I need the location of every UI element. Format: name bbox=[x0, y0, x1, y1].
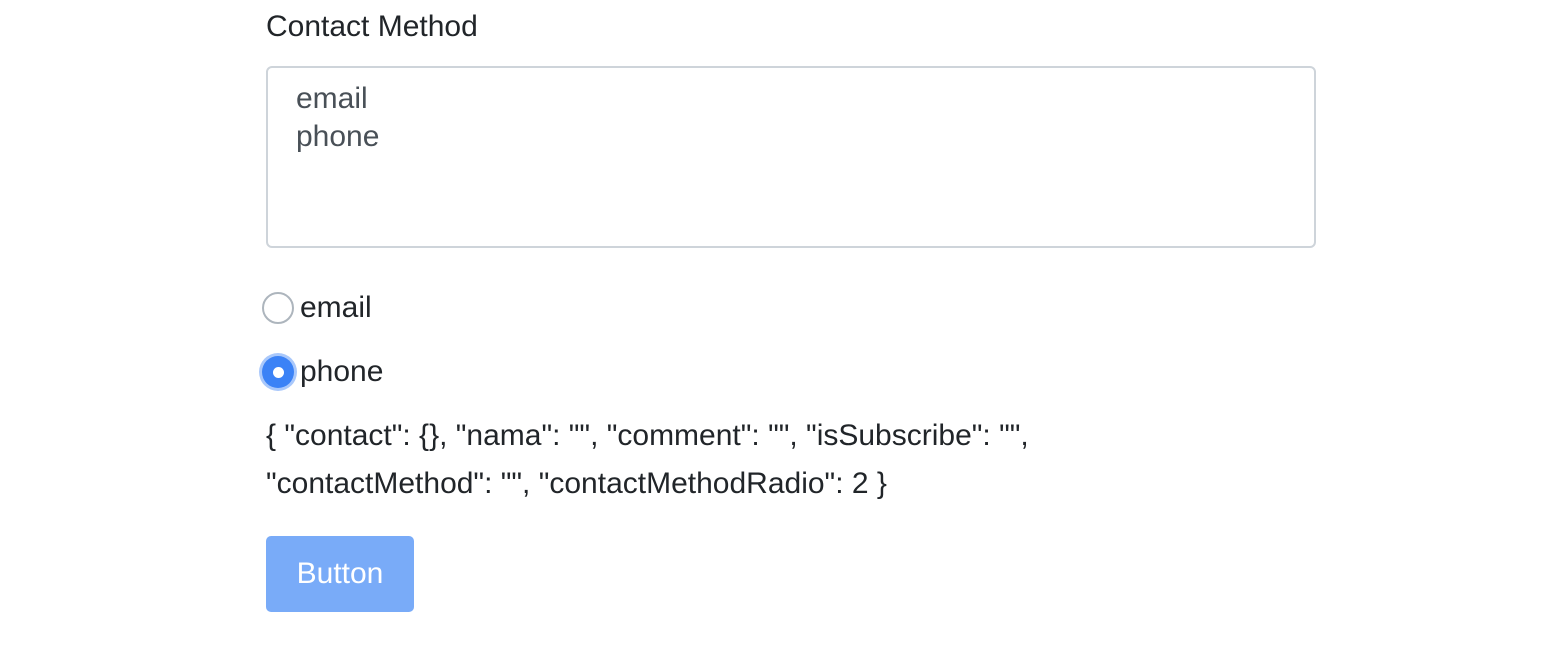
submit-button[interactable]: Button bbox=[266, 536, 414, 612]
contact-method-label: Contact Method bbox=[266, 10, 478, 43]
radio-selected-dot bbox=[272, 366, 284, 378]
radio-button-phone[interactable] bbox=[262, 356, 294, 388]
contact-method-multiselect[interactable]: email phone bbox=[266, 66, 1316, 248]
radio-button-email[interactable] bbox=[262, 292, 294, 324]
radio-label-phone[interactable]: phone bbox=[300, 353, 383, 391]
form-state-output: { "contact": {}, "nama": "", "comment": … bbox=[266, 419, 1029, 500]
radio-option-phone[interactable]: phone bbox=[262, 352, 383, 392]
radio-label-email[interactable]: email bbox=[300, 289, 372, 327]
select-option-phone[interactable]: phone bbox=[296, 118, 1286, 156]
radio-option-email[interactable]: email bbox=[262, 288, 372, 328]
select-option-email[interactable]: email bbox=[296, 80, 1286, 118]
